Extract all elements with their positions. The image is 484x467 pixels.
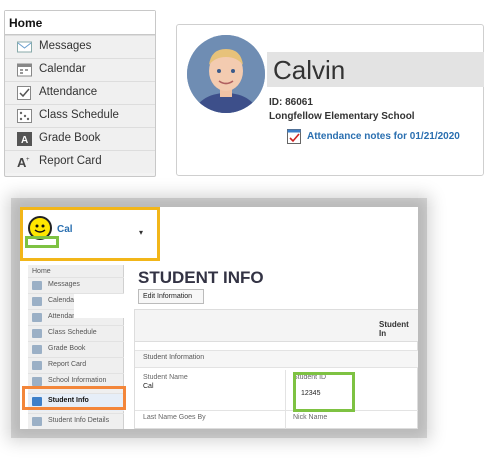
student-name-value: Cal (143, 383, 154, 390)
nav-item-label: Messages (39, 40, 92, 52)
school-name: Longfellow Elementary School (269, 111, 415, 122)
calendar-icon (17, 63, 32, 77)
nav-item-attendance[interactable]: Attendance (5, 81, 155, 104)
student-info-screenshot: Cal ▾ Home Messages Calendar Attendance … (20, 207, 418, 429)
sidebar-item-label: Grade Book (48, 345, 86, 352)
home-tab[interactable]: Home (5, 11, 155, 35)
student-name-label: Student Name (143, 374, 188, 381)
messages-icon (17, 41, 32, 53)
highlight-student-info (22, 386, 126, 410)
nav-item-label: Class Schedule (39, 109, 119, 121)
table-header (135, 310, 418, 342)
gradebook-icon (32, 345, 42, 354)
nav-item-label: Grade Book (39, 132, 101, 144)
nick-name-label: Nick Name (293, 414, 328, 421)
main-content: STUDENT INFO Edit Information Student In… (126, 265, 418, 429)
column-divider (285, 370, 286, 429)
sidebar-item-student-info-details[interactable]: Student Info Details (28, 413, 124, 429)
sidebar-item-messages[interactable]: Messages (28, 277, 124, 293)
school-icon (32, 377, 42, 386)
last-name-goes-by-label: Last Name Goes By (143, 414, 206, 421)
sidebar-item-grade-book[interactable]: Grade Book (28, 341, 124, 357)
highlight-user-id (25, 236, 59, 248)
attendance-note-icon (287, 129, 301, 144)
row-divider (135, 410, 418, 411)
sidebar-item-label: Calendar (48, 297, 77, 304)
svg-text:A: A (21, 135, 28, 146)
student-id: ID: 86061 (269, 97, 313, 108)
nav-item-calendar[interactable]: Calendar (5, 58, 155, 81)
student-profile-card: Calvin ID: 86061 Longfellow Elementary S… (176, 24, 484, 176)
section-label: Student Information (143, 354, 205, 361)
table-header-label: Student In (379, 320, 409, 338)
report-card-icon: A + (17, 155, 30, 169)
attendance-icon (32, 313, 42, 322)
nav-item-grade-book[interactable]: A Grade Book (5, 127, 155, 150)
svg-text:+: + (26, 157, 30, 163)
sidebar-item-report-card[interactable]: Report Card (28, 357, 124, 373)
schedule-icon (17, 109, 32, 123)
student-photo (187, 35, 265, 113)
nav-item-messages[interactable]: Messages (5, 35, 155, 58)
schedule-icon (32, 329, 42, 338)
attendance-icon (17, 86, 31, 100)
nav-item-report-card[interactable]: A + Report Card (5, 150, 155, 173)
student-info-table: Student In Student Information Student N… (134, 309, 418, 429)
page-title: STUDENT INFO (138, 268, 264, 287)
nav-item-label: Calendar (39, 63, 86, 75)
calendar-icon (32, 297, 42, 306)
sidebar-item-label: Report Card (48, 361, 87, 368)
attendance-notes-link[interactable]: Attendance notes for 01/21/2020 (307, 131, 460, 142)
nav-item-label: Attendance (39, 86, 98, 98)
home-navigation: Home Messages Calendar Attendance Class … (4, 10, 156, 177)
nav-item-class-schedule[interactable]: Class Schedule (5, 104, 155, 127)
sidebar-item-label: Class Schedule (48, 329, 97, 336)
top-panel: Home Messages Calendar Attendance Class … (0, 0, 484, 178)
report-card-icon (32, 361, 42, 370)
student-name: Calvin (273, 55, 346, 85)
sidebar-item-label: Messages (48, 281, 80, 288)
sidebar-item-label: School Information (48, 377, 107, 384)
nav-item-label: Report Card (39, 155, 102, 167)
highlight-user-box (20, 207, 160, 261)
sidebar-item-class-schedule[interactable]: Class Schedule (28, 325, 124, 341)
sidebar-item-label: Student Info Details (48, 417, 110, 424)
gradebook-icon: A (17, 132, 32, 146)
edit-information-button[interactable]: Edit Information (138, 289, 204, 304)
messages-icon (32, 281, 42, 290)
student-details-icon (32, 417, 42, 426)
highlight-student-id (293, 372, 355, 412)
